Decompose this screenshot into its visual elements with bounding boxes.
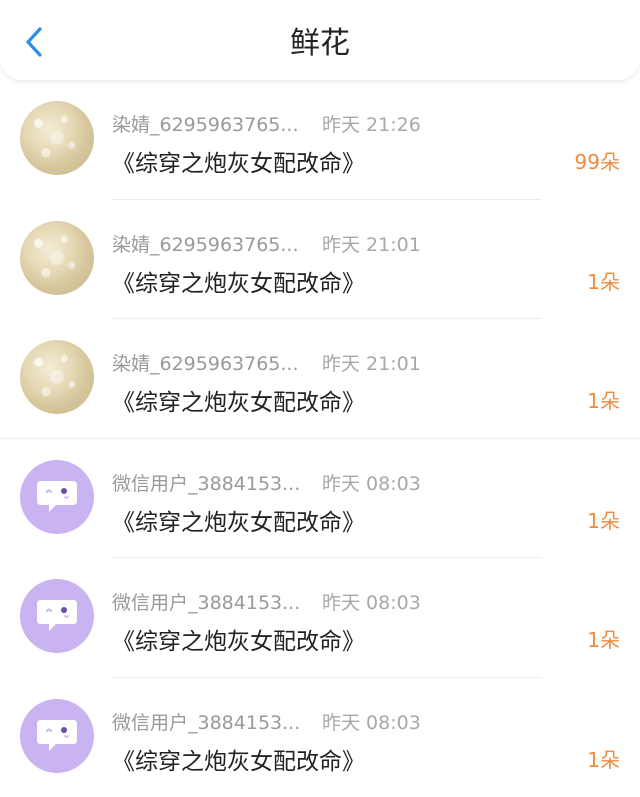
avatar[interactable]	[20, 101, 94, 175]
flower-count: 1朵	[587, 624, 620, 653]
flower-count: 1朵	[587, 505, 620, 534]
user-name: 微信用户_3884153...	[112, 708, 300, 735]
flower-count: 1朵	[587, 266, 620, 295]
flower-count: 99朵	[575, 146, 620, 175]
list-item[interactable]: 染婧_6295963765... 昨天 21:01 《综穿之炮灰女配改命》 1朵	[0, 319, 640, 439]
list-item[interactable]: 染婧_6295963765... 昨天 21:26 《综穿之炮灰女配改命》 99…	[0, 80, 640, 200]
flower-count: 1朵	[587, 385, 620, 414]
list-item[interactable]: 染婧_6295963765... 昨天 21:01 《综穿之炮灰女配改命》 1朵	[0, 200, 640, 320]
timestamp: 昨天 08:03	[322, 588, 421, 615]
timestamp: 昨天 08:03	[322, 469, 421, 496]
flower-gift-list: 染婧_6295963765... 昨天 21:26 《综穿之炮灰女配改命》 99…	[0, 80, 640, 797]
user-name: 微信用户_3884153...	[112, 588, 300, 615]
book-title: 《综穿之炮灰女配改命》	[112, 144, 365, 178]
list-item[interactable]: 微信用户_3884153... 昨天 08:03 《综穿之炮灰女配改命》 1朵	[0, 439, 640, 559]
timestamp: 昨天 21:26	[322, 110, 421, 137]
list-item[interactable]: 微信用户_3884153... 昨天 08:03 《综穿之炮灰女配改命》 1朵	[0, 558, 640, 678]
wechat-default-avatar-icon	[35, 478, 79, 516]
top-bar: 鲜花	[0, 0, 640, 80]
avatar[interactable]	[20, 460, 94, 534]
book-title: 《综穿之炮灰女配改命》	[112, 503, 365, 537]
flower-count: 1朵	[587, 744, 620, 773]
book-title: 《综穿之炮灰女配改命》	[112, 742, 365, 776]
timestamp: 昨天 21:01	[322, 349, 421, 376]
wechat-default-avatar-icon	[35, 597, 79, 635]
book-title: 《综穿之炮灰女配改命》	[112, 383, 365, 417]
avatar[interactable]	[20, 579, 94, 653]
wechat-default-avatar-icon	[35, 717, 79, 755]
user-name: 微信用户_3884153...	[112, 469, 300, 496]
user-name: 染婧_6295963765...	[112, 349, 299, 376]
timestamp: 昨天 08:03	[322, 708, 421, 735]
book-title: 《综穿之炮灰女配改命》	[112, 622, 365, 656]
book-title: 《综穿之炮灰女配改命》	[112, 264, 365, 298]
avatar[interactable]	[20, 340, 94, 414]
list-item[interactable]: 微信用户_3884153... 昨天 08:03 《综穿之炮灰女配改命》 1朵	[0, 678, 640, 797]
timestamp: 昨天 21:01	[322, 230, 421, 257]
avatar[interactable]	[20, 699, 94, 773]
page-title: 鲜花	[0, 24, 640, 64]
avatar[interactable]	[20, 221, 94, 295]
user-name: 染婧_6295963765...	[112, 230, 299, 257]
user-name: 染婧_6295963765...	[112, 110, 299, 137]
